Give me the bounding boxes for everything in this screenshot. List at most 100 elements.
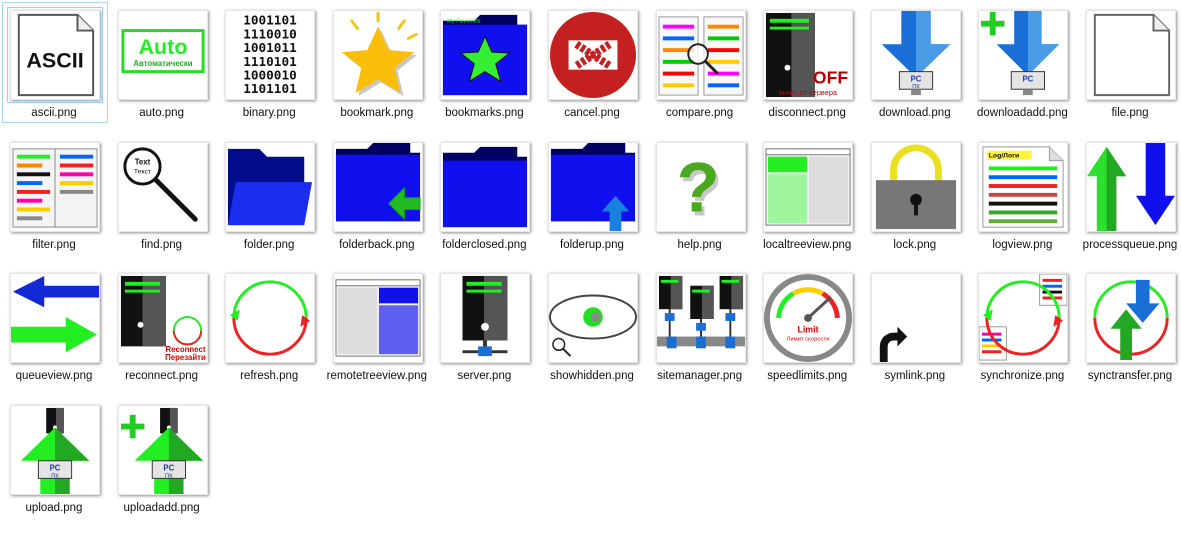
file-item[interactable]: processqueue.png [1078,134,1181,262]
file-item[interactable]: folderup.png [540,134,644,262]
file-item[interactable]: lock.png [863,134,967,262]
file-item[interactable]: Limit Лимит скорости speedlimits.png [755,265,859,393]
file-item[interactable]: refresh.png [217,265,321,393]
svg-text:OFF: OFF [813,67,848,87]
file-item[interactable]: ? ? help.png [648,134,752,262]
file-name: auto.png [139,107,184,119]
file-name: find.png [141,238,183,251]
disconnect-icon: OFF выкл. от сервера [763,10,854,100]
svg-text:Перезайти: Перезайти [165,353,206,362]
file-item[interactable]: 1001101 1110010 1001011 1110101 1000010 11011… [217,2,321,130]
folder-icon [225,141,316,232]
file-item[interactable]: synctransfer.png [1078,265,1181,393]
logview-icon: Log/Логи [978,141,1069,232]
synchronize-icon [978,273,1069,363]
file-name: server.png [457,370,512,382]
file-item[interactable]: localtreeview.png [755,134,859,262]
auto-icon: Auto Автоматически [117,10,208,100]
ascii-icon: ASCII [7,7,103,103]
svg-text:PC: PC [1023,74,1034,83]
svg-text:PC: PC [50,463,61,472]
file-name: lock.png [893,238,937,251]
file-item[interactable]: sitemanager.png [648,265,752,393]
svg-text:Лимит скорости: Лимит скорости [787,336,830,342]
file-icon [1086,10,1176,100]
file-name: folderup.png [560,238,624,251]
file-item[interactable]: PC ПК download.png [863,2,967,130]
folderclosed-icon [440,141,531,232]
showhidden-icon [548,273,638,363]
file-item[interactable]: filter.png [2,134,106,262]
file-name: downloadadd.png [976,107,1068,119]
file-name: folderclosed.png [442,238,527,251]
folderback-icon [332,141,423,232]
file-item[interactable]: remotetreeview.png [325,265,429,393]
file-item[interactable]: queueview.png [2,265,106,393]
filter-icon [10,141,100,232]
file-item[interactable]: compare.png [648,2,752,130]
file-name: localtreeview.png [763,238,852,251]
bookmarks-icon: My Favorites [440,10,531,100]
file-item[interactable]: folderclosed.png [432,134,536,262]
file-name: folder.png [243,238,295,251]
file-item[interactable]: Reconnect Перезайти reconnect.png [110,265,214,393]
file-name: synctransfer.png [1087,370,1173,382]
svg-text:ПК: ПК [165,473,173,479]
file-item[interactable]: My Favorites bookmarks.png [432,2,536,130]
file-item[interactable]: folder.png [217,134,321,262]
file-item[interactable]: Text Текст find.png [110,134,214,262]
file-name: uploadadd.png [123,501,200,514]
file-item[interactable]: file.png [1078,2,1181,130]
file-item[interactable]: server.png [432,265,536,393]
bookmark-icon [332,10,423,100]
file-name: bookmarks.png [445,107,524,119]
synctransfer-icon [1086,273,1176,363]
file-item[interactable]: PC ПК upload.png [2,397,106,525]
file-item[interactable]: PC downloadadd.png [970,2,1074,130]
file-item[interactable]: synchronize.png [970,265,1074,393]
file-item[interactable]: showhidden.png [540,265,644,393]
upload-icon: PC ПК [10,404,100,495]
svg-text:1101101: 1101101 [243,81,297,96]
svg-text:My Favorites: My Favorites [447,19,481,25]
folderup-icon [548,141,638,232]
file-name: synchronize.png [980,370,1065,382]
file-item[interactable]: Auto Автоматически auto.png [110,2,214,130]
file-name: sitemanager.png [657,370,743,382]
file-name: help.png [677,238,722,251]
file-item[interactable]: symlink.png [863,265,967,393]
file-name: symlink.png [884,370,946,382]
file-name: filter.png [32,238,76,251]
compare-icon [655,10,746,100]
file-name: logview.png [992,238,1053,251]
file-name: file.png [1111,107,1149,119]
file-item[interactable]: Log/Логи logview.png [970,134,1074,262]
download-icon: PC ПК [870,10,961,100]
file-name: bookmark.png [340,107,414,119]
file-name: speedlimits.png [767,370,848,382]
file-name: compare.png [666,107,734,119]
reconnect-icon: Reconnect Перезайти [117,273,208,363]
file-name: showhidden.png [550,370,634,382]
file-name: queueview.png [15,370,93,382]
file-name: remotetreeview.png [326,370,427,382]
file-name: ascii.png [31,107,77,119]
file-item[interactable]: cancel.png [540,2,644,130]
svg-text:Log/Логи: Log/Логи [989,152,1019,159]
ascii-text: ASCII [26,49,83,73]
file-item[interactable]: OFF выкл. от сервера disconnect.png [755,2,859,130]
svg-text:PC: PC [163,463,174,472]
uploadadd-icon: PC ПК [117,404,208,495]
symlink-icon [870,273,961,363]
file-item[interactable]: folderback.png [325,134,429,262]
remotetreeview-icon [332,273,423,363]
processqueue-icon [1086,141,1176,232]
svg-text:Limit: Limit [798,325,819,335]
file-item[interactable]: PC ПК uploadadd.png [110,397,214,525]
svg-text:Автоматически: Автоматически [133,59,192,68]
file-name: disconnect.png [768,107,846,119]
svg-text:Текст: Текст [133,168,151,175]
file-item[interactable]: bookmark.png [325,2,429,130]
downloadadd-icon: PC [978,10,1069,100]
file-item[interactable]: ASCII ascii.png [2,2,108,130]
